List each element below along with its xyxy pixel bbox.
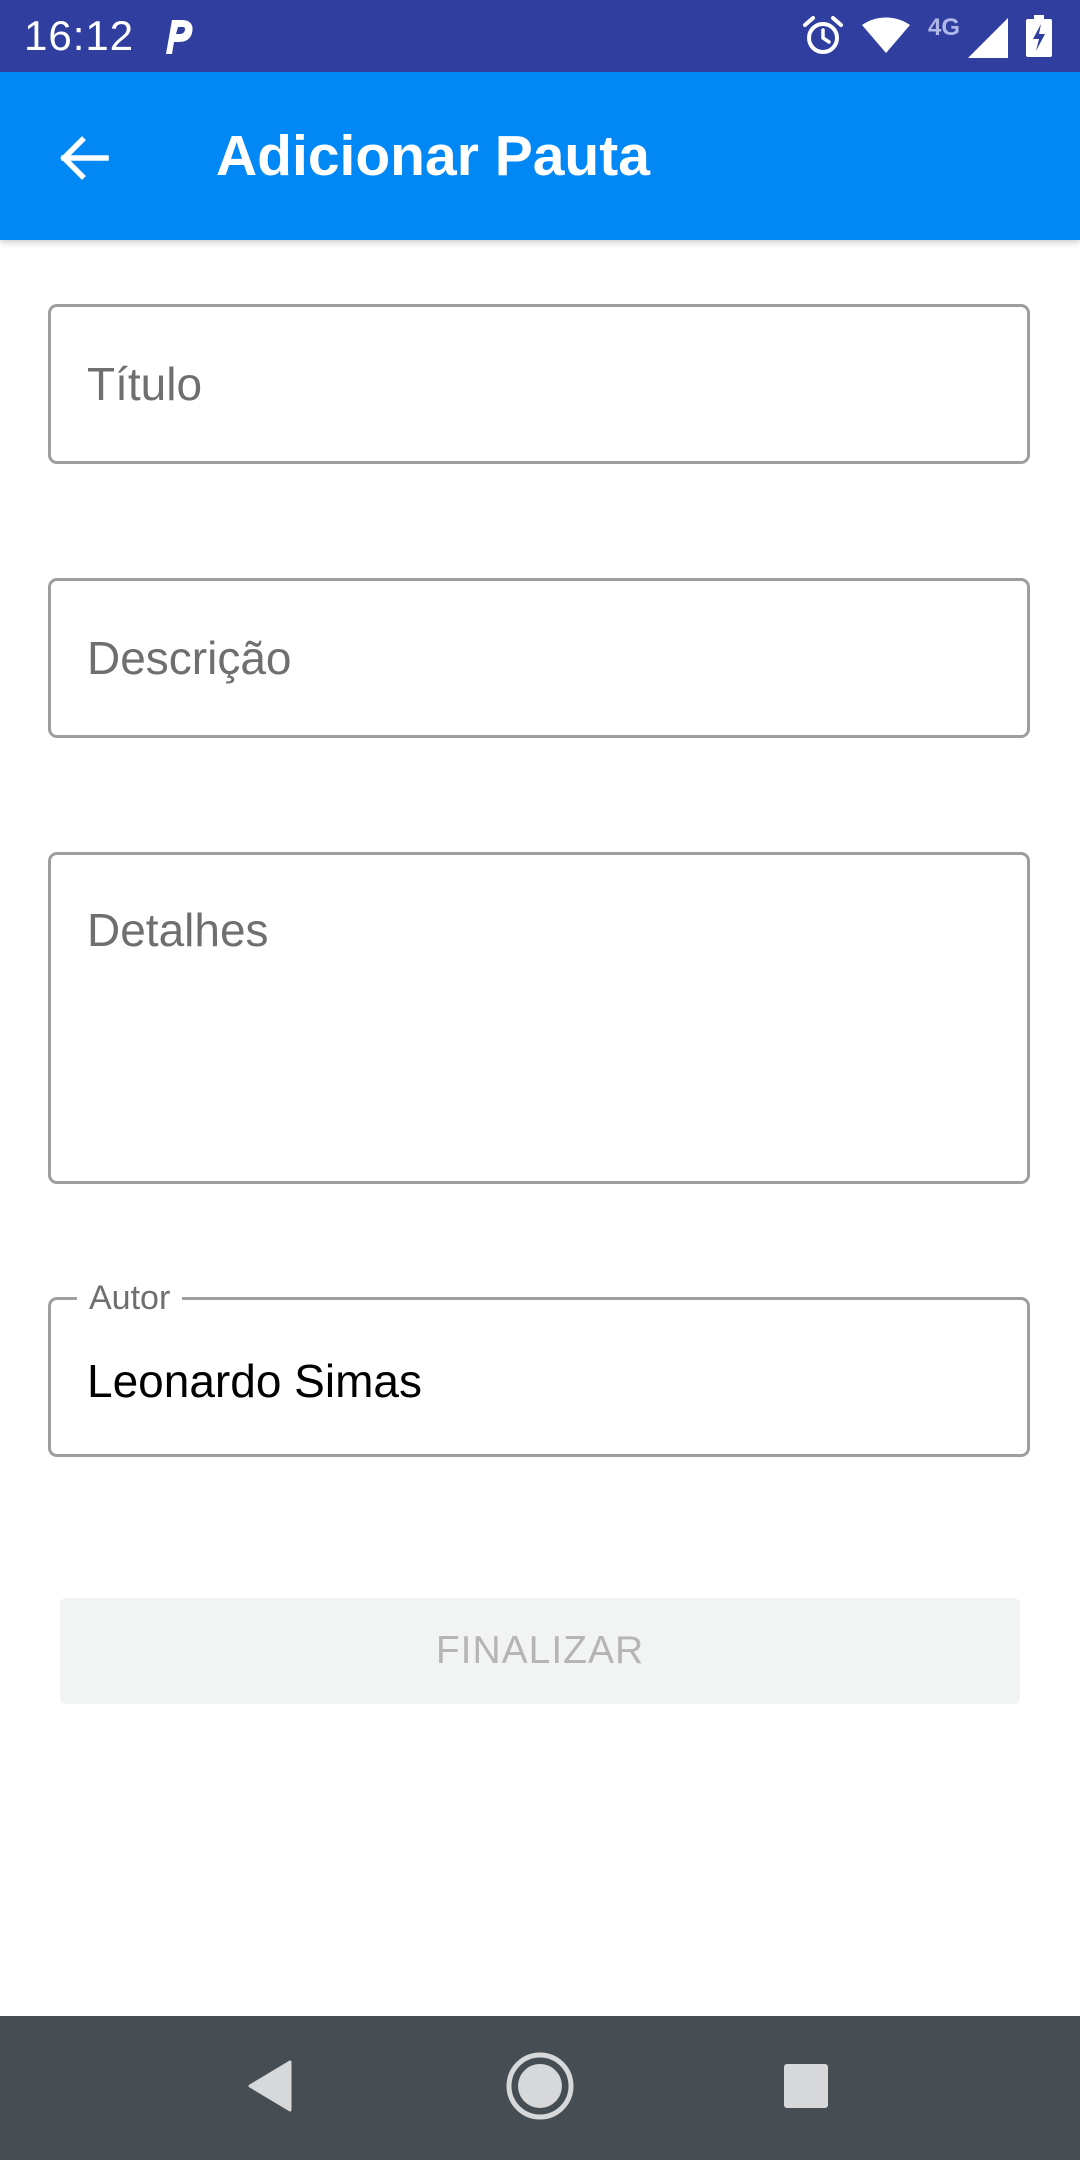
alarm-icon	[802, 15, 844, 57]
status-bar: 16:12 4G	[0, 0, 1080, 72]
descricao-field[interactable]: Descrição	[48, 578, 1030, 738]
arrow-back-icon	[56, 130, 112, 191]
detalhes-placeholder: Detalhes	[87, 904, 269, 956]
nav-back-button[interactable]	[222, 2040, 318, 2136]
parking-icon	[160, 16, 196, 56]
autor-value: Leonardo Simas	[87, 1355, 422, 1407]
back-button[interactable]	[36, 112, 132, 208]
cellular-signal-icon: 4G	[928, 10, 1008, 62]
app-bar: Adicionar Pauta	[0, 72, 1080, 240]
page-title: Adicionar Pauta	[216, 124, 650, 188]
recents-square-icon	[782, 2062, 830, 2115]
nav-recents-button[interactable]	[758, 2040, 854, 2136]
descricao-placeholder: Descrição	[87, 632, 292, 684]
network-type-label: 4G	[928, 14, 961, 41]
battery-charging-icon	[1026, 15, 1052, 57]
wifi-icon	[862, 17, 910, 55]
finalize-button[interactable]: FINALIZAR	[60, 1598, 1020, 1704]
back-triangle-icon	[246, 2060, 294, 2117]
autor-field[interactable]: Autor Leonardo Simas	[48, 1278, 1030, 1457]
system-nav-bar	[0, 2016, 1080, 2160]
status-icons: 4G	[802, 10, 1052, 62]
home-circle-icon	[504, 2050, 576, 2127]
titulo-field[interactable]: Título	[48, 304, 1030, 464]
status-time: 16:12	[24, 12, 135, 59]
titulo-placeholder: Título	[87, 358, 203, 410]
detalhes-field[interactable]: Detalhes	[48, 852, 1030, 1184]
autor-label: Autor	[77, 1278, 183, 1318]
nav-home-button[interactable]	[492, 2040, 588, 2136]
